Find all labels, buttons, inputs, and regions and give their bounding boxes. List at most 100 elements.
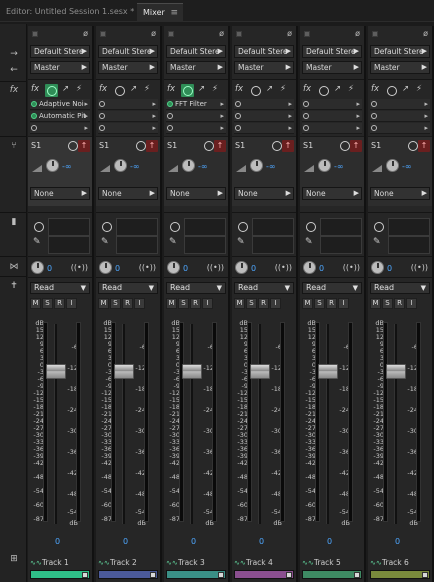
eq-edit-pencil-icon[interactable]: ✎ (237, 237, 245, 247)
input-dropdown[interactable]: Default Stere ▶ (370, 45, 430, 58)
send-pan-knob[interactable] (46, 159, 59, 172)
fx-bolt-icon[interactable]: ⚡ (144, 84, 150, 94)
track-color-bar[interactable] (98, 570, 158, 579)
eq-preset-box[interactable] (320, 236, 362, 254)
send-destination-dropdown[interactable]: None ▶ (30, 187, 90, 200)
send-pan-knob[interactable] (386, 159, 399, 172)
eq-preset-box[interactable] (116, 236, 158, 254)
send-pan-knob[interactable] (182, 159, 195, 172)
send-power-icon[interactable] (68, 141, 78, 151)
volume-fader-handle[interactable] (250, 364, 270, 379)
track-color-bar[interactable] (30, 570, 90, 579)
fx-bolt-icon[interactable]: ⚡ (76, 84, 82, 94)
eq-preset-box[interactable] (48, 236, 90, 254)
pan-knob[interactable] (31, 261, 44, 274)
tab-mixer[interactable]: Mixer ≡ (137, 3, 183, 22)
effect-slot-2[interactable]: ▸ (302, 111, 362, 122)
input-monitor-button[interactable]: I (338, 298, 349, 309)
eq-power-icon[interactable] (238, 222, 248, 232)
input-dropdown[interactable]: Default Stere ▶ (234, 45, 294, 58)
fader-track[interactable] (326, 324, 329, 524)
send-level-wedge-icon[interactable] (236, 165, 246, 172)
effect-slot-2[interactable]: ▸ (166, 111, 226, 122)
fader-track[interactable] (258, 324, 261, 524)
fader-track[interactable] (122, 324, 125, 524)
volume-value[interactable]: 0 (395, 537, 400, 546)
pan-value[interactable]: 0 (387, 264, 392, 273)
send-prepost-button[interactable]: ↑ (350, 140, 362, 152)
pan-section-icon[interactable]: ⋈ (3, 262, 25, 272)
automation-mode-dropdown[interactable]: Read ▼ (302, 282, 362, 294)
fader-track[interactable] (190, 324, 193, 524)
phase-invert-icon[interactable]: ø (151, 29, 156, 38)
send-prepost-button[interactable]: ↑ (282, 140, 294, 152)
eq-preset-box[interactable] (388, 236, 430, 254)
fx-prepost-icon[interactable]: ↗ (62, 84, 69, 94)
volume-fader-handle[interactable] (46, 364, 66, 379)
send-level-wedge-icon[interactable] (372, 165, 382, 172)
send-level-value[interactable]: -∞ (130, 162, 140, 171)
solo-button[interactable]: S (110, 298, 121, 309)
effect-slot-3[interactable]: ▸ (370, 123, 430, 134)
automation-section-icon[interactable]: ✝ (3, 281, 25, 291)
effect-slot-1[interactable]: ▸ (234, 99, 294, 110)
mute-button[interactable]: M (234, 298, 245, 309)
fx-prepost-icon[interactable]: ↗ (334, 84, 341, 94)
phase-invert-icon[interactable]: ø (287, 29, 292, 38)
tab-editor[interactable]: Editor: Untitled Session 1.sesx * (0, 3, 140, 22)
volume-fader-handle[interactable] (386, 364, 406, 379)
record-arm-button[interactable]: R (258, 298, 269, 309)
stereo-icon[interactable]: ((•)) (207, 263, 224, 272)
effect-slot-3[interactable]: ▸ (98, 123, 158, 134)
volume-value[interactable]: 0 (191, 537, 196, 546)
effect-slot-1[interactable]: ▸ (370, 99, 430, 110)
track-color-bar[interactable] (370, 570, 430, 579)
sends-section-icon[interactable]: ⑂ (3, 141, 25, 151)
fx-prepost-icon[interactable]: ↗ (130, 84, 137, 94)
input-monitor-button[interactable]: I (406, 298, 417, 309)
eq-power-icon[interactable] (102, 222, 112, 232)
eq-graph[interactable] (320, 218, 362, 236)
send-level-value[interactable]: -∞ (402, 162, 412, 171)
volume-value[interactable]: 0 (55, 537, 60, 546)
send-level-wedge-icon[interactable] (32, 165, 42, 172)
track-name[interactable]: ∿∿ Track 4 (232, 557, 296, 569)
channel-select-square[interactable] (32, 31, 38, 37)
channel-select-square[interactable] (168, 31, 174, 37)
eq-edit-pencil-icon[interactable]: ✎ (305, 237, 313, 247)
effect-slot-3[interactable]: ▸ (166, 123, 226, 134)
stereo-icon[interactable]: ((•)) (411, 263, 428, 272)
output-dropdown[interactable]: Master ▶ (98, 61, 158, 74)
automation-mode-dropdown[interactable]: Read ▼ (30, 282, 90, 294)
eq-preset-box[interactable] (252, 236, 294, 254)
track-color-bar[interactable] (234, 570, 294, 579)
fx-prepost-icon[interactable]: ↗ (402, 84, 409, 94)
eq-power-icon[interactable] (170, 222, 180, 232)
eq-power-icon[interactable] (306, 222, 316, 232)
pan-value[interactable]: 0 (47, 264, 52, 273)
volume-value[interactable]: 0 (327, 537, 332, 546)
solo-button[interactable]: S (314, 298, 325, 309)
eq-edit-pencil-icon[interactable]: ✎ (169, 237, 177, 247)
stereo-icon[interactable]: ((•)) (275, 263, 292, 272)
channel-select-square[interactable] (236, 31, 242, 37)
mute-button[interactable]: M (98, 298, 109, 309)
channel-select-square[interactable] (372, 31, 378, 37)
record-arm-button[interactable]: R (54, 298, 65, 309)
send-prepost-button[interactable]: ↑ (214, 140, 226, 152)
pan-knob[interactable] (303, 261, 316, 274)
effect-slot-1[interactable]: Adaptive Noi ▸ (30, 99, 90, 110)
fader-track[interactable] (394, 324, 397, 524)
effect-slot-2[interactable]: ▸ (370, 111, 430, 122)
effect-slot-1[interactable]: ▸ (302, 99, 362, 110)
effect-slot-2[interactable]: ▸ (234, 111, 294, 122)
input-dropdown[interactable]: Default Stere ▶ (166, 45, 226, 58)
eq-power-icon[interactable] (34, 222, 44, 232)
phase-invert-icon[interactable]: ø (355, 29, 360, 38)
volume-value[interactable]: 0 (259, 537, 264, 546)
record-arm-button[interactable]: R (122, 298, 133, 309)
mute-button[interactable]: M (302, 298, 313, 309)
eq-edit-pencil-icon[interactable]: ✎ (373, 237, 381, 247)
track-color-bar[interactable] (166, 570, 226, 579)
send-destination-dropdown[interactable]: None ▶ (234, 187, 294, 200)
